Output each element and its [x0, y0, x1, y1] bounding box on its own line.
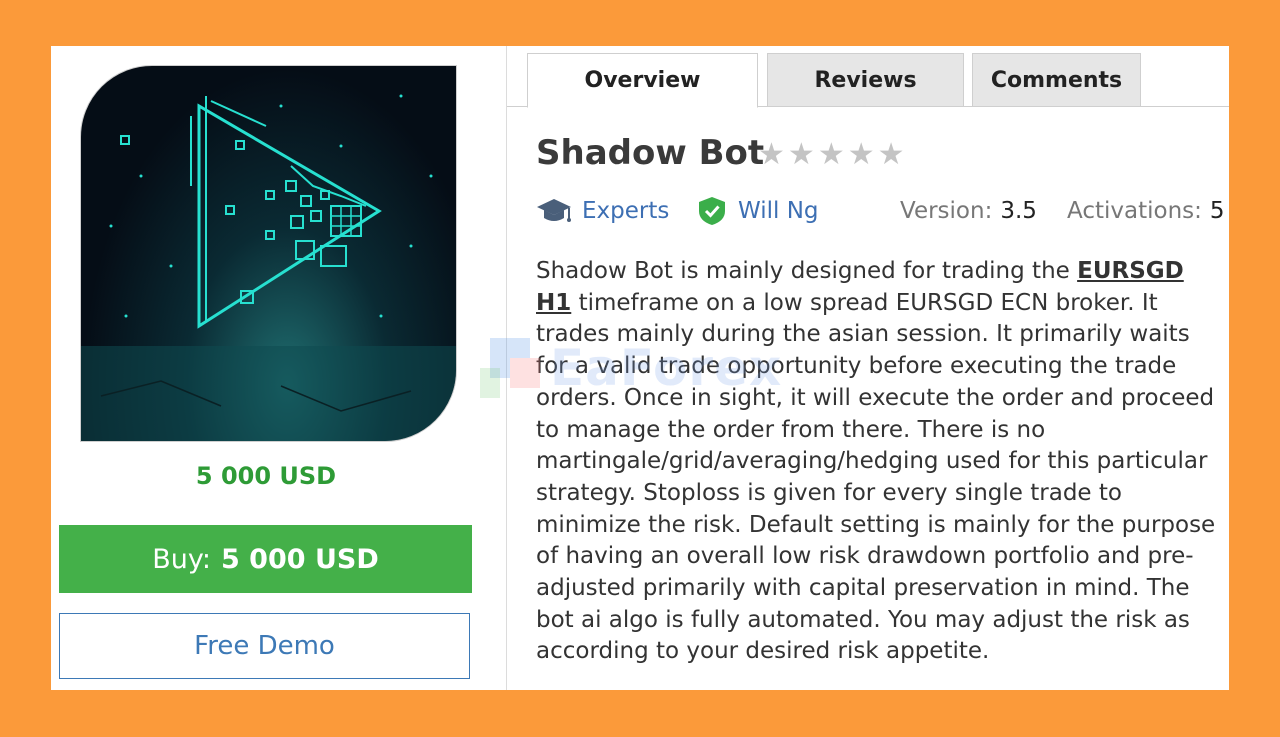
author-link[interactable]: Will Ng — [698, 194, 819, 228]
verified-shield-icon — [699, 197, 725, 225]
product-image — [80, 65, 457, 442]
star-icon[interactable]: ★ — [878, 138, 905, 172]
right-panel: Overview Reviews Comments Shadow Bot ★ ★… — [507, 46, 1229, 690]
neon-play-logo — [81, 94, 456, 441]
product-title: Shadow Bot — [536, 133, 765, 173]
graduation-cap-icon — [537, 199, 571, 222]
rating-stars[interactable]: ★ ★ ★ ★ ★ — [758, 138, 905, 172]
tab-reviews[interactable]: Reviews — [767, 53, 964, 107]
version-value: 3.5 — [1000, 198, 1037, 224]
category-label[interactable]: Experts — [582, 198, 669, 224]
description-part-1: Shadow Bot is mainly designed for tradin… — [536, 258, 1078, 284]
tab-comments[interactable]: Comments — [972, 53, 1141, 107]
free-demo-button[interactable]: Free Demo — [59, 613, 470, 679]
category-link[interactable]: Experts — [536, 194, 669, 228]
version-label: Version: — [900, 198, 993, 224]
star-icon[interactable]: ★ — [788, 138, 815, 172]
buy-button-price: 5 000 USD — [221, 543, 379, 575]
version-info: Version: 3.5 — [900, 194, 1037, 228]
activations-label: Activations: — [1067, 198, 1202, 224]
star-icon[interactable]: ★ — [758, 138, 785, 172]
author-name[interactable]: Will Ng — [738, 198, 819, 224]
tab-overview[interactable]: Overview — [527, 53, 758, 108]
description-part-2: timeframe on a low spread EURSGD ECN bro… — [536, 289, 1216, 665]
activations-value: 5 — [1209, 198, 1225, 224]
activations-info: Activations: 5 — [1067, 194, 1225, 228]
star-icon[interactable]: ★ — [818, 138, 845, 172]
buy-button[interactable]: Buy: 5 000 USD — [59, 525, 472, 593]
star-icon[interactable]: ★ — [848, 138, 875, 172]
buy-button-prefix: Buy: — [152, 543, 211, 575]
product-card: 5 000 USD Buy: 5 000 USD Free Demo Overv… — [51, 46, 1229, 690]
left-panel: 5 000 USD Buy: 5 000 USD Free Demo — [51, 46, 506, 690]
product-description: Shadow Bot is mainly designed for tradin… — [536, 256, 1226, 668]
price-label: 5 000 USD — [195, 462, 337, 490]
